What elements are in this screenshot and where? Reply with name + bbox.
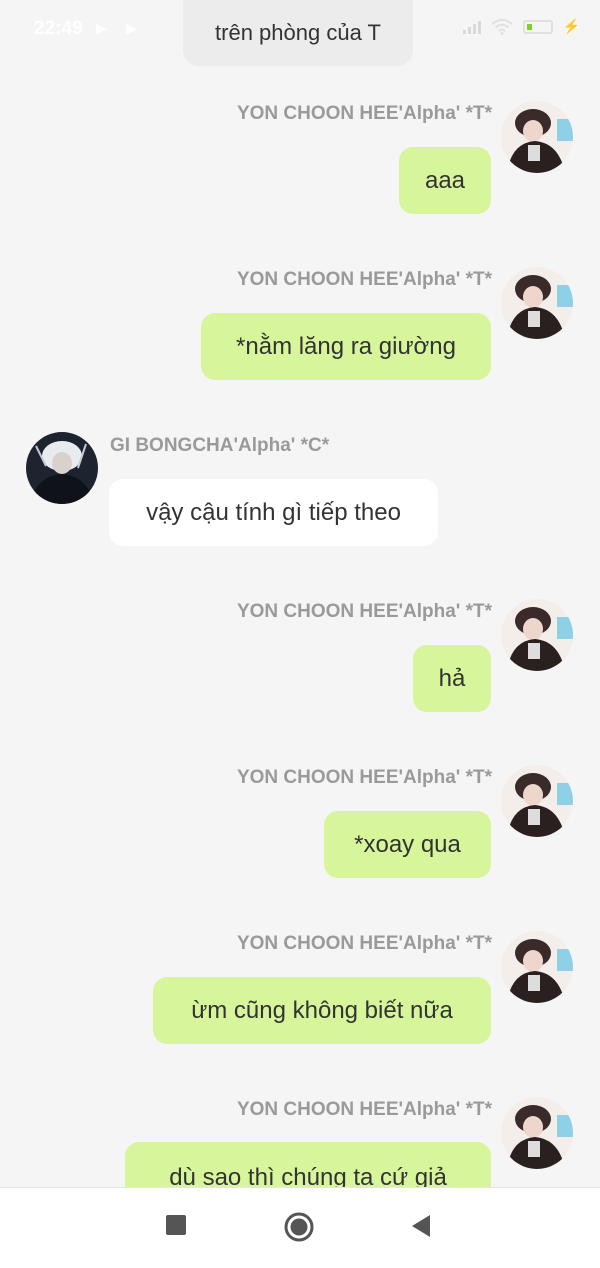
sender-name: YON CHOON HEE'Alpha' *T* <box>236 767 492 788</box>
sender-name: YON CHOON HEE'Alpha' *T* <box>236 601 492 622</box>
wifi-icon <box>490 18 513 35</box>
message-bubble[interactable]: vậy cậu tính gì tiếp theo <box>109 479 438 546</box>
message-bubble[interactable]: aaa <box>399 147 491 214</box>
avatar[interactable] <box>501 765 573 837</box>
avatar[interactable] <box>501 599 573 671</box>
avatar[interactable] <box>501 101 573 173</box>
avatar[interactable] <box>501 267 573 339</box>
avatar[interactable] <box>26 432 98 504</box>
avatar[interactable] <box>501 1097 573 1169</box>
message-bubble[interactable]: *xoay qua <box>324 811 491 878</box>
sender-name: YON CHOON HEE'Alpha' *T* <box>236 269 492 290</box>
system-icons: ⚡ <box>462 18 580 35</box>
play-icon: ▶ <box>96 20 107 36</box>
sender-name: YON CHOON HEE'Alpha' *T* <box>236 933 492 954</box>
charging-icon: ⚡ <box>562 18 580 34</box>
message-bubble[interactable]: hả <box>413 645 491 712</box>
sender-name: GI BONGCHA'Alpha' *C* <box>110 435 330 456</box>
signal-icon <box>462 20 481 34</box>
home-icon[interactable] <box>284 1212 314 1242</box>
back-icon[interactable] <box>410 1214 432 1238</box>
scene-label: trên phòng của T <box>183 0 413 66</box>
system-nav-bar <box>0 1187 600 1268</box>
sender-name: YON CHOON HEE'Alpha' *T* <box>236 1099 492 1120</box>
play-icon-2: ▶ <box>126 20 137 36</box>
recent-apps-icon[interactable] <box>165 1214 187 1236</box>
sender-name: YON CHOON HEE'Alpha' *T* <box>236 103 492 124</box>
battery-icon <box>522 19 553 34</box>
message-bubble[interactable]: *nằm lăng ra giường <box>201 313 491 380</box>
status-time: 22:49 <box>34 18 83 39</box>
message-bubble[interactable]: ừm cũng không biết nữa <box>153 977 491 1044</box>
avatar[interactable] <box>501 931 573 1003</box>
